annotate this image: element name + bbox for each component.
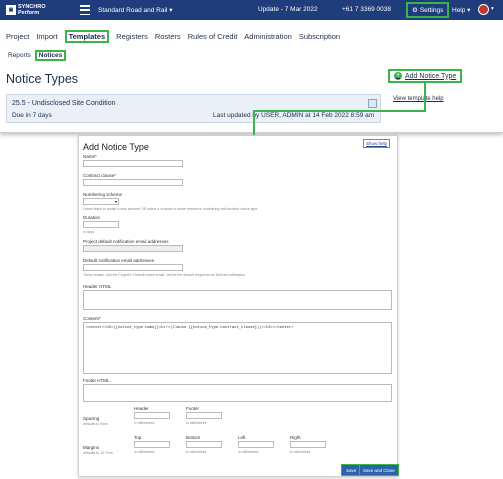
duration-input[interactable] (83, 221, 119, 228)
notice-types-screenshot: ▣ SYNCHRO Perform Standard Road and Rail… (0, 0, 503, 133)
margin-top-label: Top (134, 435, 142, 440)
spacing-header-label: Header (134, 406, 149, 411)
numbering-scheme-label: Numbering scheme (83, 192, 123, 197)
margin-bottom-label: Bottom (186, 435, 201, 440)
unit-hint: in millimetres (186, 450, 207, 454)
chevron-down-icon: ▾ (114, 199, 117, 204)
add-notice-type-button[interactable]: + Add Notice Type (388, 69, 463, 83)
duration-label: Duration (83, 215, 101, 220)
spacing-footer-label: Footer (186, 406, 200, 411)
tab-notices[interactable]: Notices (34, 50, 67, 61)
view-template-help-link[interactable]: View template help (393, 96, 444, 102)
contract-clause-label: Contract clause* (83, 173, 117, 178)
nav-project[interactable]: Project (6, 32, 29, 41)
callout-line (424, 83, 426, 111)
spacing-footer-input[interactable] (186, 412, 222, 419)
settings-button[interactable]: ⚙ Settings (406, 2, 450, 18)
menu-icon[interactable] (80, 5, 90, 15)
nav-rules-of-credit[interactable]: Rules of Credit (188, 32, 238, 41)
logo-line2: Perform (18, 10, 40, 16)
name-label: Name* (83, 154, 97, 159)
header-html-textarea[interactable] (83, 290, 392, 310)
top-bar: ▣ SYNCHRO Perform Standard Road and Rail… (0, 0, 503, 20)
edit-icon[interactable] (368, 99, 377, 108)
notice-updated: Last updated by USER, ADMIN at 14 Feb 20… (213, 112, 375, 119)
form-title: Add Notice Type (83, 142, 149, 152)
footer-html-label: Footer HTML (83, 378, 110, 383)
numbering-hint: Leave blank to create a new scheme OR se… (83, 207, 259, 211)
main-nav: Project Import Templates Registers Roste… (6, 30, 347, 43)
unit-hint: in millimetres (134, 450, 155, 454)
project-selector[interactable]: Standard Road and Rail ▾ (98, 6, 172, 14)
name-input[interactable] (83, 160, 183, 167)
duration-hint: in days (83, 230, 95, 234)
page-title: Notice Types (6, 72, 79, 86)
footer-html-textarea[interactable] (83, 384, 392, 402)
help-menu[interactable]: Help ▾ (452, 6, 470, 14)
add-notice-type-label: Add Notice Type (405, 72, 457, 80)
settings-label: Settings (419, 6, 444, 14)
synchro-logo[interactable]: ▣ SYNCHRO Perform (6, 3, 56, 17)
margin-left-label: Left (238, 435, 246, 440)
nav-administration[interactable]: Administration (244, 32, 292, 41)
default-email-label: Default notification email addresses (83, 258, 155, 263)
callout-line (253, 110, 426, 112)
project-email-label: Project default notification email addre… (83, 239, 169, 244)
nav-templates[interactable]: Templates (64, 30, 110, 43)
content-label: Content* (83, 316, 101, 321)
callout-line (253, 110, 255, 136)
margin-right-input[interactable] (290, 441, 326, 448)
notice-card[interactable]: 25.5 - Undisclosed Site Condition Due in… (6, 94, 381, 123)
logo-icon: ▣ (6, 5, 16, 15)
plus-icon: + (394, 72, 402, 80)
unit-hint: in millimetres (134, 421, 155, 425)
margin-right-label: Right (290, 435, 301, 440)
spacing-header-input[interactable] (134, 412, 170, 419)
margins-label: Margins (83, 445, 100, 450)
notice-due: Due in 7 days (12, 112, 52, 119)
margin-bottom-input[interactable] (186, 441, 222, 448)
nav-registers[interactable]: Registers (116, 32, 148, 41)
phone-number: +61 7 3369 0038 (342, 6, 391, 13)
numbering-scheme-select[interactable]: ▾ (83, 198, 119, 205)
project-email-input (83, 245, 183, 252)
unit-hint: in millimetres (238, 450, 259, 454)
nav-import[interactable]: Import (36, 32, 57, 41)
nav-rosters[interactable]: Rosters (155, 32, 181, 41)
update-label: Update - 7 Mar 2022 (258, 6, 318, 13)
notice-title[interactable]: 25.5 - Undisclosed Site Condition (12, 100, 116, 107)
add-notice-type-form: Add Notice Type Show help Name* Contract… (78, 135, 399, 477)
margin-top-input[interactable] (134, 441, 170, 448)
content-textarea[interactable]: <center><h3>{{notice_type.name}}<br/>(Cl… (83, 322, 392, 374)
email-hint: These emails, and the Project's 'Default… (83, 273, 247, 277)
chevron-down-icon[interactable]: ▾ (491, 6, 494, 12)
content-value: <center><h3>{{notice_type.name}}<br/>(Cl… (86, 326, 294, 330)
save-and-close-button[interactable]: Save and Close (359, 464, 399, 476)
header-html-label: Header HTML (83, 284, 112, 289)
tab-reports[interactable]: Reports (8, 52, 31, 59)
gear-icon: ⚙ (412, 7, 418, 14)
default-email-input[interactable] (83, 264, 183, 271)
unit-hint: in millimetres (186, 421, 207, 425)
spacing-label: Spacing (83, 416, 100, 421)
nav-subscription[interactable]: Subscription (299, 32, 340, 41)
sub-nav: Reports Notices (8, 50, 70, 61)
contract-clause-input[interactable] (83, 179, 183, 186)
spacing-hint: defaults to 0mm (83, 422, 108, 426)
margins-hint: defaults to 12.7mm (83, 451, 113, 455)
avatar[interactable] (478, 4, 489, 15)
unit-hint: in millimetres (290, 450, 311, 454)
show-help-link[interactable]: Show help (363, 139, 391, 148)
margin-left-input[interactable] (238, 441, 274, 448)
